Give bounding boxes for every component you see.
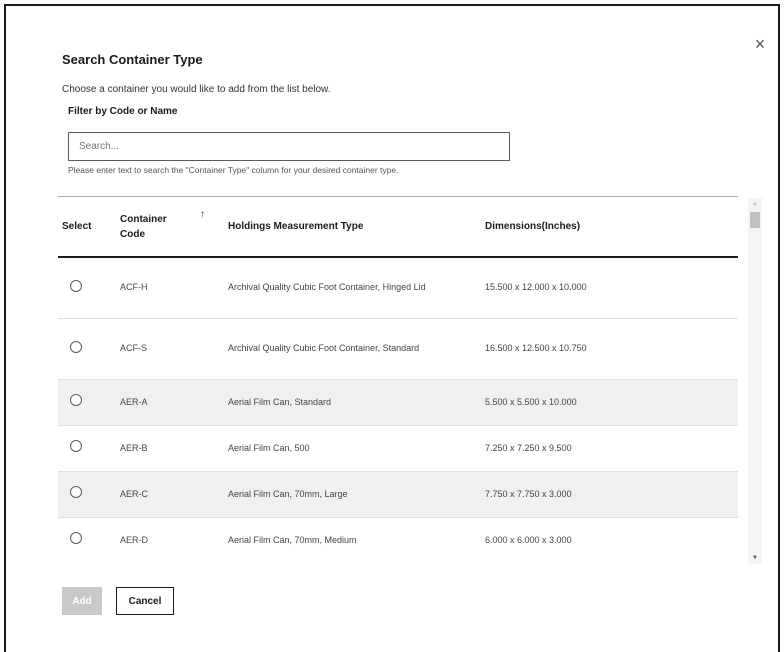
cell-measurement: Archival Quality Cubic Foot Container, S… [228,343,420,353]
add-button[interactable]: Add [62,587,102,615]
header-container-code[interactable]: Container Code ↑ [118,197,226,257]
header-container-code-label: Container Code [120,213,167,240]
table-row: ACF-S Archival Quality Cubic Foot Contai… [58,318,738,379]
search-helper-text: Please enter text to search the "Contain… [68,165,399,175]
select-radio[interactable] [70,440,82,452]
table-row: AER-B Aerial Film Can, 500 7.250 x 7.250… [58,425,738,471]
scroll-down-icon[interactable]: ▼ [748,552,762,564]
cell-measurement: Aerial Film Can, 70mm, Large [228,488,348,499]
cell-dimensions: 15.500 x 12.000 x 10.000 [485,282,587,293]
cell-measurement: Aerial Film Can, 70mm, Medium [228,534,357,545]
cell-measurement: Aerial Film Can, Standard [228,396,332,407]
cell-measurement: Archival Quality Cubic Foot Container, H… [228,282,426,293]
select-radio[interactable] [70,486,82,498]
table-row: ACF-H Archival Quality Cubic Foot Contai… [58,257,738,318]
cell-dimensions: 6.000 x 6.000 x 3.000 [485,534,572,545]
close-icon[interactable]: × [748,32,772,56]
container-type-table: Select Container Code ↑ Holdings Measure… [58,196,738,563]
scroll-up-icon[interactable]: ▲ [748,198,762,210]
cell-code: ACF-H [120,282,148,293]
table-row: AER-A Aerial Film Can, Standard 5.500 x … [58,379,738,425]
sort-ascending-icon[interactable]: ↑ [200,207,205,222]
cell-measurement: Aerial Film Can, 500 [228,442,310,453]
search-input[interactable] [68,132,510,161]
header-measurement-type: Holdings Measurement Type [228,221,364,232]
select-radio[interactable] [70,532,82,544]
header-dimensions: Dimensions(Inches) [485,221,581,232]
table-header-row: Select Container Code ↑ Holdings Measure… [58,197,738,257]
cell-dimensions: 7.750 x 7.750 x 3.000 [485,488,572,499]
select-radio[interactable] [70,279,82,292]
header-select: Select [62,221,92,232]
cell-code: AER-B [120,442,148,453]
filter-label: Filter by Code or Name [68,106,178,117]
cell-dimensions: 5.500 x 5.500 x 10.000 [485,396,577,407]
select-radio[interactable] [70,340,82,353]
dialog-description: Choose a container you would like to add… [62,84,331,95]
scroll-thumb[interactable] [750,212,760,228]
cell-code: ACF-S [120,343,147,353]
table-scrollbar[interactable]: ▲ ▼ [748,198,762,564]
cell-dimensions: 7.250 x 7.250 x 9.500 [485,442,572,453]
select-radio[interactable] [70,394,82,406]
table-row: AER-D Aerial Film Can, 70mm, Medium 6.00… [58,517,738,563]
cell-dimensions: 16.500 x 12.500 x 10.750 [485,343,587,353]
cell-code: AER-D [120,534,149,545]
cell-code: AER-C [120,488,149,499]
table-row: AER-C Aerial Film Can, 70mm, Large 7.750… [58,471,738,517]
dialog-title: Search Container Type [62,52,203,67]
cancel-button[interactable]: Cancel [116,587,174,615]
cell-code: AER-A [120,396,148,407]
